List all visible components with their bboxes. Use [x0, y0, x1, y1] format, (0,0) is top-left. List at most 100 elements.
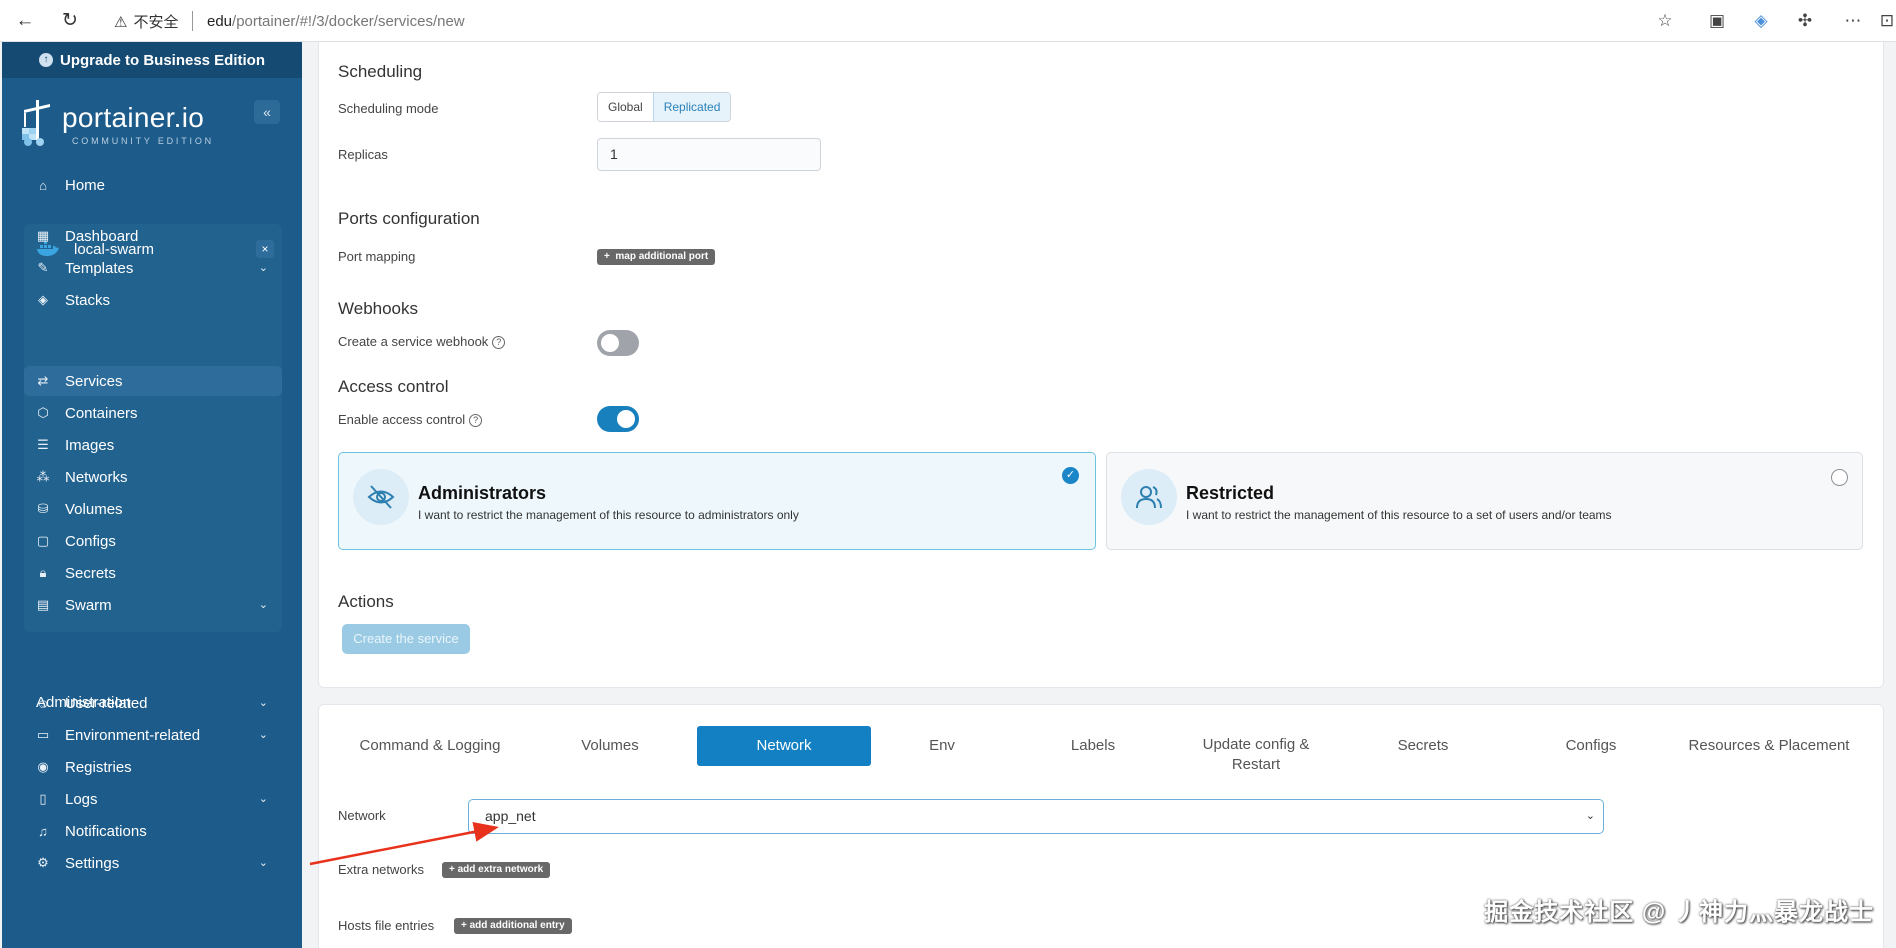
- logs-icon: ▯: [39, 791, 47, 806]
- sidebar-item-registries[interactable]: ◉ Registries: [24, 752, 282, 782]
- access-control-title: Access control: [338, 377, 449, 396]
- sidebar-item-label: Images: [65, 436, 115, 454]
- sidebar-item-label: Settings: [65, 854, 120, 872]
- sidebar-toggle-icon[interactable]: ⊡: [1878, 10, 1896, 32]
- url-path: /portainer/#!/3/docker/services/new: [232, 13, 465, 30]
- sidebar-item-label: Swarm: [65, 596, 112, 614]
- access-label-text: Enable access control: [338, 412, 466, 427]
- network-select[interactable]: app_net ⌄: [468, 799, 1604, 834]
- sidebar-item-images[interactable]: ☰ Images: [24, 430, 282, 460]
- tab-resources-placement[interactable]: Resources & Placement: [1684, 726, 1854, 766]
- sidebar-item-environment-related[interactable]: ▭ Environment-related ⌄: [24, 720, 282, 750]
- tab-configs[interactable]: Configs: [1541, 726, 1641, 766]
- sidebar-item-services[interactable]: ⇄ Services: [24, 366, 282, 396]
- extensions-puzzle-icon[interactable]: ✣: [1794, 10, 1816, 32]
- tab-volumes[interactable]: Volumes: [550, 726, 670, 766]
- containers-icon: ⬡: [37, 405, 49, 420]
- sidebar-item-logs[interactable]: ▯ Logs ⌄: [24, 784, 282, 814]
- sidebar-item-notifications[interactable]: ♫ Notifications: [24, 816, 282, 846]
- chevron-down-icon[interactable]: ⌄: [259, 696, 268, 709]
- registries-icon: ◉: [37, 759, 49, 774]
- chevron-down-icon: ⌄: [1585, 810, 1595, 822]
- sidebar-item-label: Secrets: [65, 564, 116, 582]
- tab-secrets[interactable]: Secrets: [1373, 726, 1473, 766]
- sidebar-item-settings[interactable]: ⚙ Settings ⌄: [24, 848, 282, 878]
- tab-update-line1: Update config &: [1202, 736, 1310, 753]
- sidebar-item-dashboard[interactable]: ▦ Dashboard: [24, 221, 282, 251]
- chevron-down-icon[interactable]: ⌄: [259, 261, 268, 274]
- restricted-radio[interactable]: [1831, 469, 1848, 486]
- mode-option-replicated[interactable]: Replicated: [652, 93, 731, 121]
- network-select-value: app_net: [485, 808, 536, 824]
- replicas-input[interactable]: 1: [597, 138, 821, 171]
- sidebar-item-containers[interactable]: ⬡ Containers: [24, 398, 282, 428]
- sidebar-item-stacks[interactable]: ◈ Stacks: [24, 285, 282, 315]
- add-extra-network-button[interactable]: + add extra network: [442, 862, 551, 878]
- sidebar-item-label: Registries: [65, 758, 132, 776]
- upgrade-banner[interactable]: ↑ Upgrade to Business Edition: [2, 42, 302, 78]
- logo-subtitle: COMMUNITY EDITION: [72, 136, 214, 146]
- configs-icon: ▢: [36, 533, 50, 548]
- extension-shield-icon[interactable]: ◈: [1750, 10, 1772, 32]
- networks-icon: ⁂: [36, 469, 50, 484]
- check-circle-icon: ✓: [1062, 467, 1079, 484]
- portainer-logo[interactable]: portainer.io COMMUNITY EDITION: [20, 98, 280, 158]
- sidebar-item-label: Home: [65, 176, 106, 194]
- tab-labels[interactable]: Labels: [1043, 726, 1143, 766]
- administrators-option-card[interactable]: Administrators I want to restrict the ma…: [338, 452, 1096, 550]
- button-label: add additional entry: [469, 920, 565, 931]
- back-arrow-icon[interactable]: ←: [13, 9, 37, 33]
- access-control-toggle[interactable]: [597, 406, 639, 432]
- bookmark-star-icon[interactable]: ☆: [1654, 10, 1676, 32]
- chevron-down-icon[interactable]: ⌄: [259, 728, 268, 741]
- security-indicator[interactable]: ⚠ 不安全: [114, 11, 178, 32]
- sidebar-item-templates[interactable]: ✎ Templates ⌄: [24, 253, 282, 283]
- sidebar-item-home[interactable]: ⌂ Home: [24, 170, 282, 200]
- chevron-down-icon[interactable]: ⌄: [259, 792, 268, 805]
- tab-update-config-restart[interactable]: Update config & Restart: [1186, 735, 1326, 775]
- extension-tab-icon[interactable]: ▣: [1706, 10, 1728, 32]
- sidebar-item-user-related[interactable]: ☺ User-related ⌄: [24, 688, 282, 718]
- images-icon: ☰: [37, 437, 49, 452]
- upgrade-label: Upgrade to Business Edition: [59, 51, 266, 69]
- network-label: Network: [338, 808, 386, 823]
- sidebar-item-label: Environment-related: [65, 726, 201, 744]
- tab-env[interactable]: Env: [892, 726, 992, 766]
- create-service-button[interactable]: Create the service: [342, 624, 470, 654]
- ports-title: Ports configuration: [338, 209, 480, 228]
- button-label: add extra network: [457, 864, 544, 875]
- sidebar-item-volumes[interactable]: ⛁ Volumes: [24, 494, 282, 524]
- sidebar-item-swarm[interactable]: ▤ Swarm ⌄: [24, 590, 282, 620]
- map-additional-port-button[interactable]: + map additional port: [597, 249, 716, 265]
- tab-network[interactable]: Network: [697, 726, 871, 766]
- restricted-option-card[interactable]: Restricted I want to restrict the manage…: [1106, 452, 1863, 550]
- sidebar-item-label: Volumes: [65, 500, 123, 518]
- service-form-panel: [318, 42, 1884, 688]
- scheduling-mode-label: Scheduling mode: [338, 101, 439, 116]
- more-menu-icon[interactable]: ⋯: [1842, 10, 1864, 32]
- help-circle-icon[interactable]: ?: [469, 414, 483, 427]
- webhook-toggle[interactable]: [597, 330, 639, 356]
- sidebar: ↑ Upgrade to Business Edition portainer.…: [2, 42, 302, 948]
- collapse-sidebar-button[interactable]: «: [254, 100, 280, 124]
- reload-icon[interactable]: ↻: [58, 9, 82, 33]
- restricted-description: I want to restrict the management of thi…: [1186, 508, 1612, 522]
- lock-icon: 🔒︎: [39, 565, 47, 580]
- sidebar-item-secrets[interactable]: 🔒︎ Secrets: [24, 558, 282, 588]
- help-circle-icon[interactable]: ?: [492, 336, 506, 349]
- swarm-icon: ▤: [36, 597, 50, 612]
- chevron-down-icon[interactable]: ⌄: [259, 856, 268, 869]
- address-bar[interactable]: edu/portainer/#!/3/docker/services/new: [207, 13, 465, 30]
- tab-update-line2: Restart: [1231, 756, 1281, 773]
- add-additional-entry-button[interactable]: + add additional entry: [454, 918, 572, 934]
- chevron-down-icon[interactable]: ⌄: [259, 598, 268, 611]
- bell-icon: ♫: [38, 823, 48, 839]
- sidebar-item-label: User-related: [65, 694, 148, 712]
- toggle-knob: [601, 334, 619, 352]
- sidebar-item-networks[interactable]: ⁂ Networks: [24, 462, 282, 492]
- sidebar-item-configs[interactable]: ▢ Configs: [24, 526, 282, 556]
- portainer-crane-icon: [22, 100, 50, 146]
- tab-command-logging[interactable]: Command & Logging: [340, 726, 520, 766]
- scheduling-mode-selector: Global Replicated: [597, 92, 732, 122]
- mode-option-global[interactable]: Global: [598, 93, 653, 121]
